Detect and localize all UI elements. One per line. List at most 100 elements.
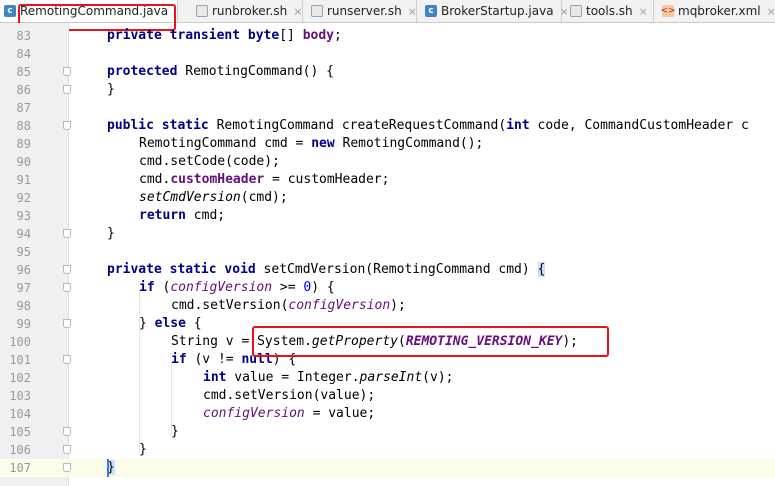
code-highlight-box <box>252 326 609 357</box>
line-number: 106 <box>9 443 31 457</box>
code-line: 89 RemotingCommand cmd = new RemotingCom… <box>0 135 775 153</box>
code-text[interactable]: int value = Integer.parseInt(v); <box>203 369 453 387</box>
code-line: 106 } <box>0 441 775 459</box>
tab-label: runserver.sh <box>327 4 402 18</box>
code-text[interactable]: return cmd; <box>139 207 225 225</box>
tab-label: tools.sh <box>586 4 633 18</box>
close-icon[interactable]: × <box>767 5 775 18</box>
line-number: 99 <box>16 317 31 331</box>
close-icon[interactable]: × <box>293 5 302 18</box>
code-text[interactable]: cmd.customHeader = customHeader; <box>139 171 389 189</box>
fold-marker-icon[interactable] <box>63 355 71 364</box>
code-text[interactable]: } else { <box>139 315 202 333</box>
code-line: 98 cmd.setVersion(configVersion); <box>0 297 775 315</box>
close-icon[interactable]: × <box>408 5 417 18</box>
code-line: 90 cmd.setCode(code); <box>0 153 775 171</box>
tab-label: BrokerStartup.java <box>441 4 554 18</box>
line-number: 105 <box>9 425 31 439</box>
line-number: 85 <box>16 65 31 79</box>
code-text[interactable]: protected RemotingCommand() { <box>107 63 334 81</box>
fold-marker-icon[interactable] <box>63 121 71 130</box>
line-number: 87 <box>16 101 31 115</box>
code-text[interactable]: } <box>139 441 147 459</box>
tab-label: runbroker.sh <box>212 4 288 18</box>
code-line: 85 protected RemotingCommand() { <box>0 63 775 81</box>
code-line: 94 } <box>0 225 775 243</box>
tab-label: mqbroker.xml <box>678 4 761 18</box>
line-number: 89 <box>16 137 31 151</box>
line-number: 91 <box>16 173 31 187</box>
code-line: 84 <box>0 45 775 63</box>
tab-runserver-sh[interactable]: runserver.sh × <box>303 0 417 22</box>
code-text[interactable]: cmd.setVersion(value); <box>203 387 375 405</box>
line-number: 101 <box>9 353 31 367</box>
shell-script-icon <box>311 5 323 17</box>
code-line: 86 } <box>0 81 775 99</box>
fold-marker-icon[interactable] <box>63 445 71 454</box>
tab-brokerstartup-java[interactable]: c BrokerStartup.java × <box>417 0 569 22</box>
fold-marker-icon[interactable] <box>63 283 71 292</box>
tab-runbroker-sh[interactable]: runbroker.sh × <box>178 0 303 22</box>
code-text[interactable]: cmd.setVersion(configVersion); <box>171 297 406 315</box>
fold-marker-icon[interactable] <box>63 265 71 274</box>
close-icon[interactable]: × <box>639 5 648 18</box>
tab-mqbroker-xml[interactable]: <> mqbroker.xml × <box>654 0 775 22</box>
java-class-icon: c <box>4 5 16 17</box>
code-line: 96 private static void setCmdVersion(Rem… <box>0 261 775 279</box>
fold-marker-icon[interactable] <box>63 319 71 328</box>
fold-marker-icon[interactable] <box>63 229 71 238</box>
code-text[interactable]: RemotingCommand cmd = new RemotingComman… <box>139 135 483 153</box>
java-class-icon: c <box>425 5 437 17</box>
code-line: 88 public static RemotingCommand createR… <box>0 117 775 135</box>
fold-marker-icon[interactable] <box>63 427 71 436</box>
code-line: 83 private transient byte[] body; <box>0 27 775 45</box>
line-number: 95 <box>16 245 31 259</box>
fold-marker-icon[interactable] <box>63 85 71 94</box>
code-line: 97 if (configVersion >= 0) { <box>0 279 775 297</box>
code-text[interactable]: private transient byte[] body; <box>107 27 342 45</box>
line-number: 94 <box>16 227 31 241</box>
code-line: 92 setCmdVersion(cmd); <box>0 189 775 207</box>
line-number: 86 <box>16 83 31 97</box>
code-text[interactable]: } <box>107 225 115 243</box>
code-text[interactable]: public static RemotingCommand createRequ… <box>107 117 749 135</box>
code-line: 105 } <box>0 423 775 441</box>
line-number: 107 <box>9 461 31 475</box>
fold-marker-icon[interactable] <box>63 67 71 76</box>
code-line: 103 cmd.setVersion(value); <box>0 387 775 405</box>
xml-file-icon: <> <box>660 5 676 17</box>
code-text[interactable]: cmd.setCode(code); <box>139 153 280 171</box>
code-text[interactable]: configVersion = value; <box>203 405 375 423</box>
code-line: 104 configVersion = value; <box>0 405 775 423</box>
line-number: 102 <box>9 371 31 385</box>
line-number: 103 <box>9 389 31 403</box>
line-number: 83 <box>16 29 31 43</box>
line-number: 84 <box>16 47 31 61</box>
code-line: 95 <box>0 243 775 261</box>
line-number: 104 <box>9 407 31 421</box>
line-number: 96 <box>16 263 31 277</box>
line-number: 93 <box>16 209 31 223</box>
code-line: 91 cmd.customHeader = customHeader; <box>0 171 775 189</box>
code-text[interactable]: } <box>107 81 115 99</box>
line-number: 90 <box>16 155 31 169</box>
code-text[interactable]: } <box>171 423 179 441</box>
code-line: 93 return cmd; <box>0 207 775 225</box>
code-line: 102 int value = Integer.parseInt(v); <box>0 369 775 387</box>
shell-script-icon <box>570 5 582 17</box>
line-number: 98 <box>16 299 31 313</box>
tab-tools-sh[interactable]: tools.sh × <box>562 0 654 22</box>
matching-brace: { <box>537 262 546 277</box>
text-caret <box>107 459 109 477</box>
line-number: 92 <box>16 191 31 205</box>
fold-marker-icon[interactable] <box>63 463 71 472</box>
code-text[interactable]: if (configVersion >= 0) { <box>139 279 335 297</box>
code-line: 87 <box>0 99 775 117</box>
code-text[interactable]: setCmdVersion(cmd); <box>139 189 288 207</box>
code-line-current: 107 } <box>0 459 775 477</box>
shell-script-icon <box>196 5 208 17</box>
code-text[interactable]: private static void setCmdVersion(Remoti… <box>107 261 546 279</box>
line-number: 100 <box>9 335 31 349</box>
line-number: 97 <box>16 281 31 295</box>
line-number: 88 <box>16 119 31 133</box>
